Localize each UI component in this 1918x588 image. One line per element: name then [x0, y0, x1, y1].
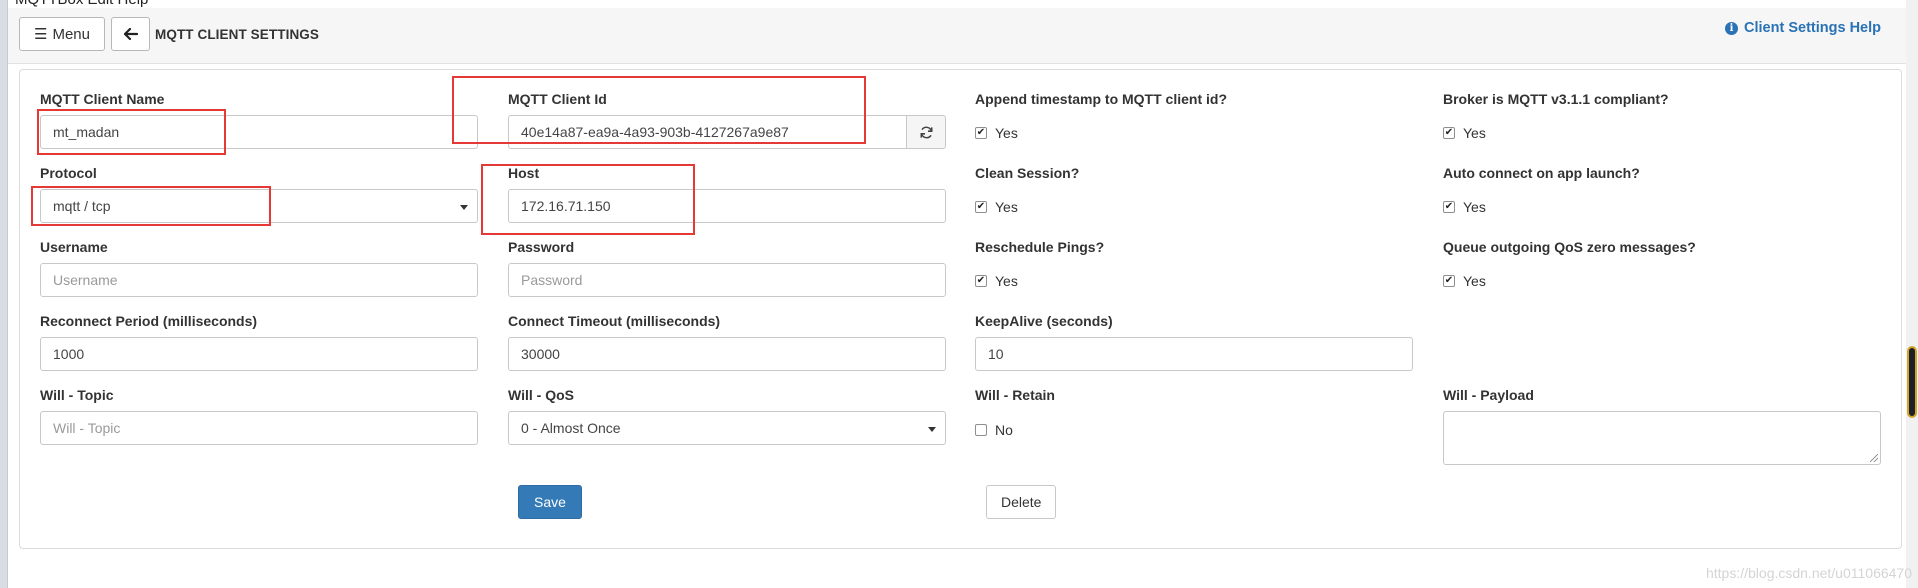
keepalive-input[interactable]: 10 [975, 337, 1413, 371]
password-input[interactable]: Password [508, 263, 946, 297]
checkbox-checked-icon: ✔ [1443, 201, 1455, 213]
scrollbar-thumb[interactable] [1907, 346, 1917, 418]
app-menubar: MQTTBox Edit Help [8, 0, 1906, 8]
arrow-left-icon [123, 28, 138, 40]
refresh-icon [920, 126, 932, 138]
header-bar: ☰ Menu MQTT CLIENT SETTINGS i Client Set… [8, 8, 1906, 64]
watermark: https://blog.csdn.net/u011066470 [1705, 565, 1912, 581]
checkbox-checked-icon: ✔ [975, 275, 987, 287]
will-retain-label: Will - Retain [975, 387, 1055, 403]
username-label: Username [40, 239, 108, 255]
will-payload-textarea[interactable] [1443, 411, 1881, 465]
left-window-edge [0, 0, 8, 588]
resize-grip-icon[interactable] [1870, 454, 1878, 462]
append-timestamp-label: Append timestamp to MQTT client id? [975, 91, 1227, 107]
auto-connect-checkbox[interactable]: ✔ Yes [1443, 199, 1486, 215]
app-menubar-text: MQTTBox Edit Help [15, 0, 148, 8]
connect-timeout-label: Connect Timeout (milliseconds) [508, 313, 721, 329]
will-payload-label: Will - Payload [1443, 387, 1534, 403]
delete-button[interactable]: Delete [986, 485, 1057, 519]
client-name-input[interactable]: mt_madan [40, 115, 478, 149]
reconnect-period-input[interactable]: 1000 [40, 337, 478, 371]
auto-connect-label: Auto connect on app launch? [1443, 165, 1640, 181]
client-settings-help-link[interactable]: i Client Settings Help [1725, 20, 1881, 36]
queue-qos0-label: Queue outgoing QoS zero messages? [1443, 239, 1696, 255]
client-id-label: MQTT Client Id [508, 91, 607, 107]
checkbox-unchecked-icon [975, 424, 987, 436]
clean-session-option: Yes [995, 199, 1018, 215]
menu-button-label: Menu [52, 25, 90, 43]
append-timestamp-option: Yes [995, 125, 1018, 141]
clean-session-checkbox[interactable]: ✔ Yes [975, 199, 1018, 215]
regenerate-client-id-button[interactable] [906, 115, 946, 149]
page-title: MQTT CLIENT SETTINGS [155, 27, 319, 42]
checkbox-checked-icon: ✔ [975, 201, 987, 213]
info-icon: i [1725, 21, 1739, 35]
username-input[interactable]: Username [40, 263, 478, 297]
host-input[interactable]: 172.16.71.150 [508, 189, 946, 223]
keepalive-label: KeepAlive (seconds) [975, 313, 1113, 329]
client-id-input[interactable]: 40e14a87-ea9a-4a93-903b-4127267a9e87 [508, 115, 907, 149]
will-topic-input[interactable]: Will - Topic [40, 411, 478, 445]
password-label: Password [508, 239, 575, 255]
append-timestamp-checkbox[interactable]: ✔ Yes [975, 125, 1018, 141]
mqtt311-option: Yes [1463, 125, 1486, 141]
back-button[interactable] [111, 17, 150, 51]
checkbox-checked-icon: ✔ [1443, 127, 1455, 139]
will-qos-label: Will - QoS [508, 387, 574, 403]
will-retain-option: No [995, 422, 1013, 438]
queue-qos0-checkbox[interactable]: ✔ Yes [1443, 273, 1486, 289]
reschedule-pings-option: Yes [995, 273, 1018, 289]
clean-session-label: Clean Session? [975, 165, 1080, 181]
mqtt311-label: Broker is MQTT v3.1.1 compliant? [1443, 91, 1669, 107]
reconnect-period-label: Reconnect Period (milliseconds) [40, 313, 258, 329]
reschedule-pings-label: Reschedule Pings? [975, 239, 1105, 255]
hamburger-icon: ☰ [34, 26, 48, 43]
protocol-label: Protocol [40, 165, 97, 181]
will-topic-label: Will - Topic [40, 387, 114, 403]
menu-button[interactable]: ☰ Menu [19, 17, 105, 51]
connect-timeout-input[interactable]: 30000 [508, 337, 946, 371]
checkbox-checked-icon: ✔ [975, 127, 987, 139]
auto-connect-option: Yes [1463, 199, 1486, 215]
reschedule-pings-checkbox[interactable]: ✔ Yes [975, 273, 1018, 289]
mqtt311-checkbox[interactable]: ✔ Yes [1443, 125, 1486, 141]
will-qos-select[interactable]: 0 - Almost Once [508, 411, 946, 445]
help-link-label: Client Settings Help [1744, 20, 1881, 36]
settings-panel: MQTT Client Name mt_madan MQTT Client Id… [19, 69, 1902, 549]
host-label: Host [508, 165, 540, 181]
protocol-select[interactable]: mqtt / tcp [40, 189, 478, 223]
queue-qos0-option: Yes [1463, 273, 1486, 289]
checkbox-checked-icon: ✔ [1443, 275, 1455, 287]
will-retain-checkbox[interactable]: No [975, 422, 1013, 438]
window-scrollbar[interactable] [1906, 0, 1918, 588]
client-name-label: MQTT Client Name [40, 91, 165, 107]
save-button[interactable]: Save [518, 485, 582, 519]
